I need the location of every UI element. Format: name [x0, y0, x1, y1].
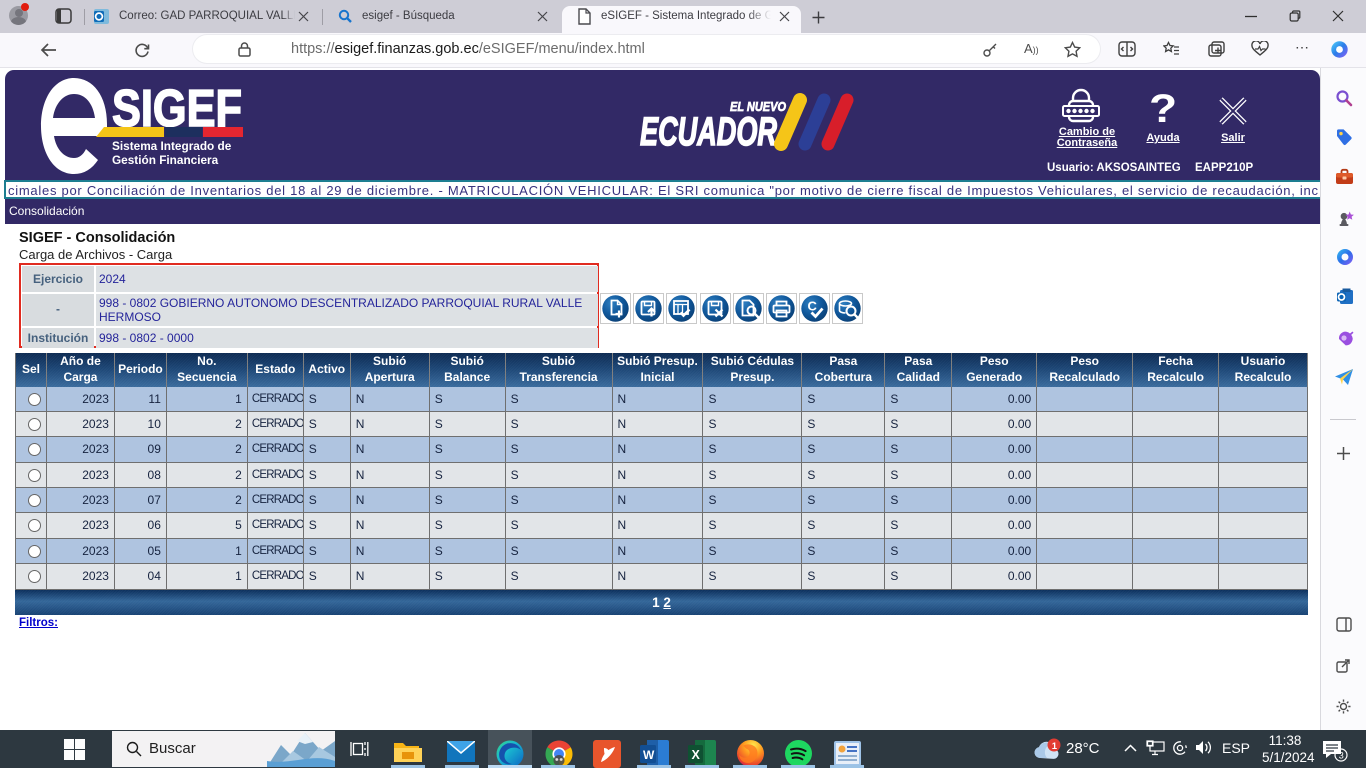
svg-text:Gestión Financiera: Gestión Financiera: [112, 153, 219, 167]
svg-text:ECUADOR: ECUADOR: [640, 110, 777, 152]
svg-text:Sistema Integrado de: Sistema Integrado de: [112, 139, 232, 153]
svg-text:3: 3: [1339, 751, 1344, 761]
svg-text:W: W: [643, 748, 655, 762]
svg-text:X: X: [692, 748, 701, 762]
svg-text:C: C: [808, 299, 818, 314]
svg-text:1: 1: [1052, 741, 1058, 752]
